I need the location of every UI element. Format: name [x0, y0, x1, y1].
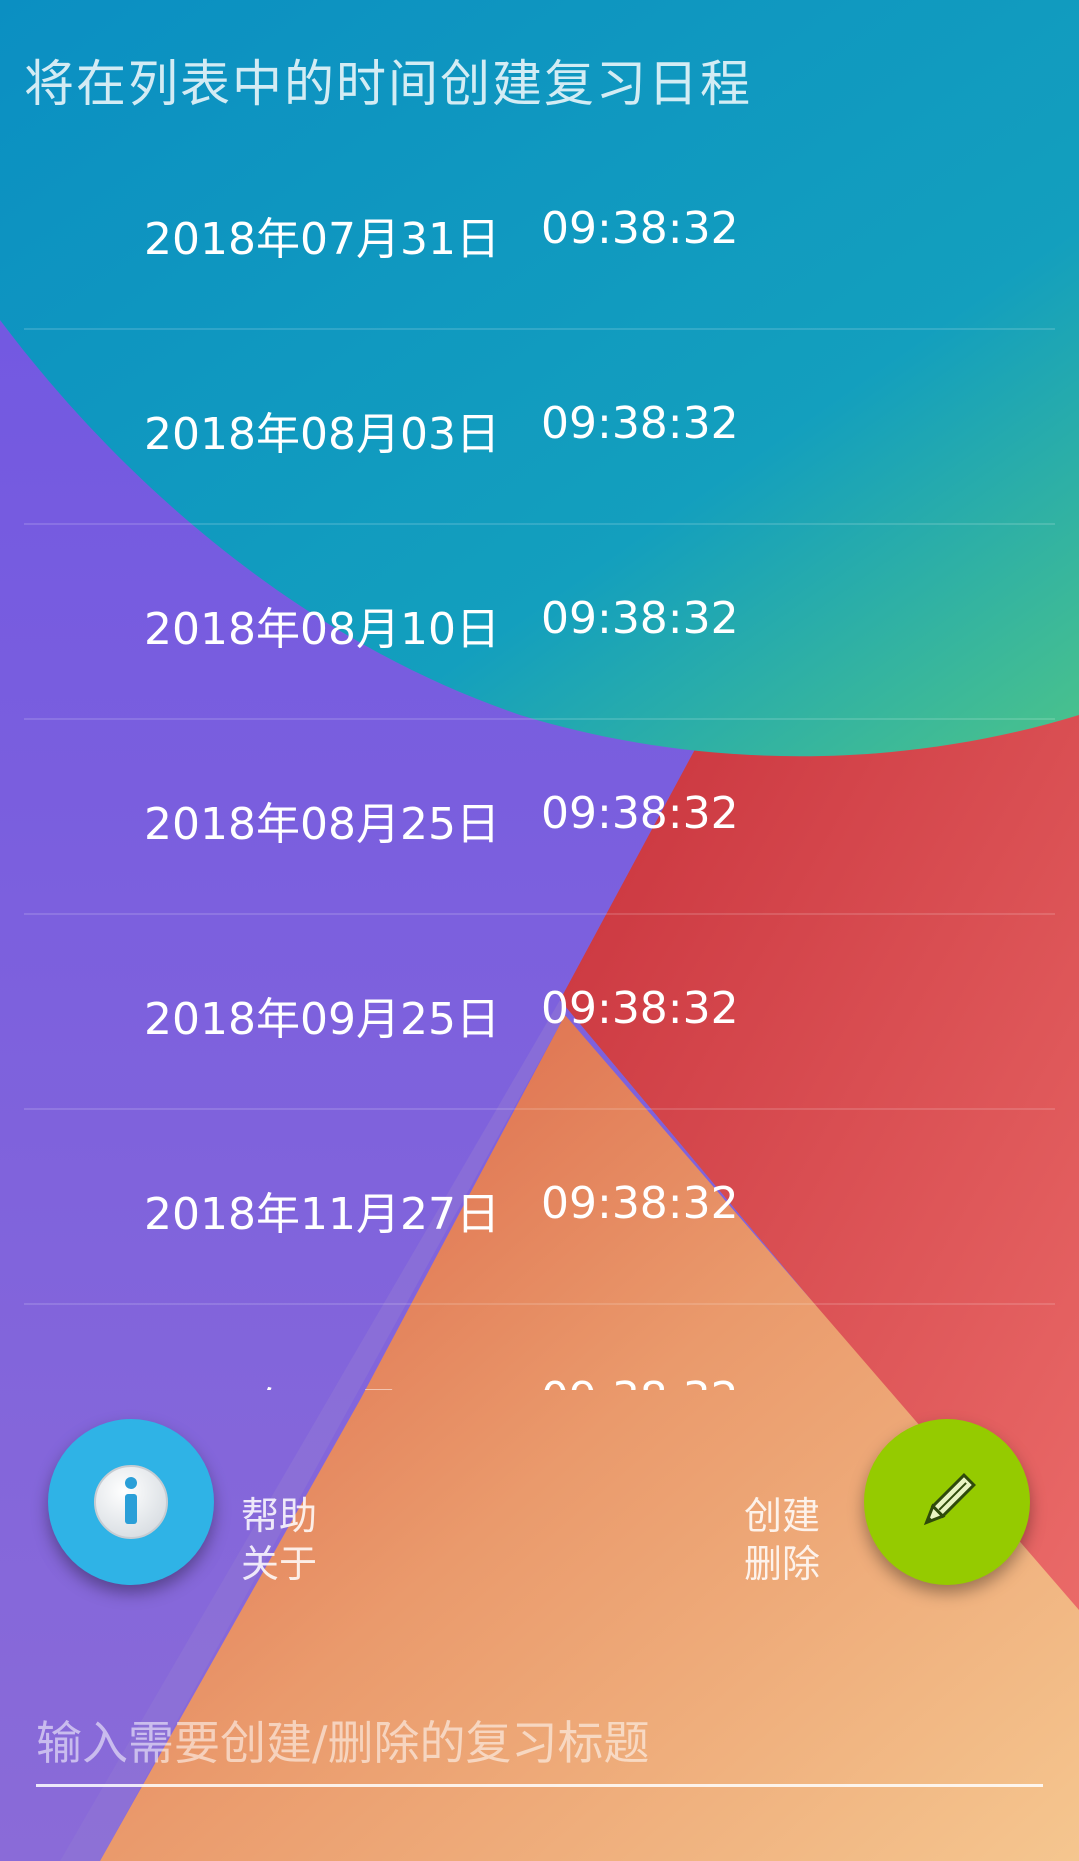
schedule-date: 2018年08月03日 — [144, 409, 500, 460]
schedule-time: 09:38:32 — [541, 203, 739, 254]
help-button[interactable] — [48, 1419, 214, 1585]
schedule-time: 09:38:32 — [541, 983, 739, 1034]
schedule-date: 2018年07月31日 — [144, 214, 500, 265]
schedule-time: 09:38:32 — [541, 788, 739, 839]
list-item[interactable]: 2018年09月25日 09:38:32 — [24, 915, 1055, 1110]
schedule-date: 2018年11月27日 — [144, 1189, 500, 1240]
schedule-time: 09:38:32 — [541, 1178, 739, 1229]
schedule-time: 09:38:32 — [541, 1373, 739, 1390]
title-input-field[interactable] — [36, 1705, 1043, 1787]
title-input[interactable] — [36, 1705, 1043, 1781]
schedule-date: 2018年09月25日 — [144, 994, 500, 1045]
create-delete-button[interactable] — [864, 1419, 1030, 1585]
info-icon — [94, 1465, 168, 1539]
list-item[interactable]: 2018年08月03日 09:38:32 — [24, 330, 1055, 525]
pencil-icon — [923, 1473, 976, 1526]
schedule-time: 09:38:32 — [541, 398, 739, 449]
list-item[interactable]: 2018年07月31日 09:38:32 — [24, 135, 1055, 330]
schedule-date: 2019年04月02日 — [144, 1373, 500, 1390]
list-item[interactable]: 2018年08月25日 09:38:32 — [24, 720, 1055, 915]
app-screen: 将在列表中的时间创建复习日程 2018年07月31日 09:38:32 2018… — [0, 0, 1079, 1861]
schedule-date: 2018年08月25日 — [144, 799, 500, 850]
list-item[interactable]: 2018年08月10日 09:38:32 — [24, 525, 1055, 720]
schedule-date: 2018年08月10日 — [144, 604, 500, 655]
schedule-time: 09:38:32 — [541, 593, 739, 644]
list-item[interactable]: 2018年11月27日 09:38:32 — [24, 1110, 1055, 1305]
schedule-list[interactable]: 2018年07月31日 09:38:32 2018年08月03日 09:38:3… — [24, 135, 1055, 1390]
list-item[interactable]: 2019年04月02日 09:38:32 — [24, 1305, 1055, 1390]
page-title: 将在列表中的时间创建复习日程 — [24, 55, 752, 113]
create-label[interactable]: 创建 删除 — [744, 1492, 820, 1588]
help-label[interactable]: 帮助 关于 — [241, 1492, 317, 1588]
